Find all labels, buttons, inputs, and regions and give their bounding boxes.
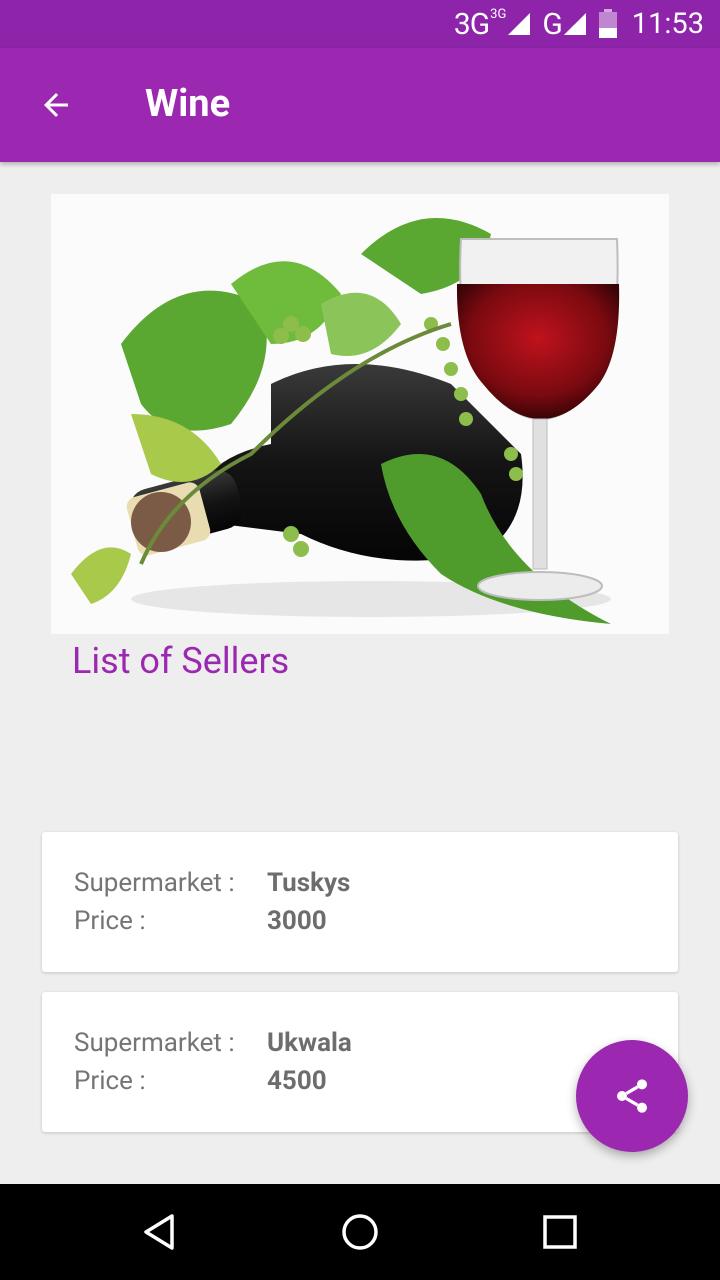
arrow-back-icon	[44, 93, 68, 117]
wine-image	[51, 194, 669, 634]
price-row: Price : 3000	[74, 906, 327, 936]
supermarket-label: Supermarket :	[74, 1028, 235, 1058]
nav-recents-button[interactable]	[530, 1202, 590, 1262]
app-bar: Wine	[0, 48, 720, 162]
wine-bottle-glass-grapes-image	[71, 218, 620, 624]
network-3g-sup: 3G	[490, 6, 507, 22]
price-value: 4500	[267, 1066, 327, 1096]
status-bar: 3G 3G G 11:53	[0, 0, 720, 48]
share-icon	[617, 1079, 647, 1113]
section-title: List of Sellers	[72, 640, 290, 682]
seller-card[interactable]: Supermarket : Tuskys Price : 3000	[42, 832, 678, 972]
supermarket-value: Ukwala	[267, 1028, 352, 1058]
price-value: 3000	[267, 906, 327, 936]
clock: 11:53	[631, 7, 704, 41]
signal-icon	[508, 13, 531, 35]
page-title: Wine	[145, 82, 231, 126]
back-button[interactable]	[28, 77, 84, 133]
signal-icon	[563, 13, 586, 35]
nav-back-button[interactable]	[130, 1202, 190, 1262]
price-label: Price :	[74, 1066, 146, 1096]
network-g-label: G	[542, 6, 562, 42]
nav-home-button[interactable]	[330, 1202, 390, 1262]
nav-home-icon	[342, 1214, 378, 1250]
battery-icon	[598, 9, 618, 39]
price-row: Price : 4500	[74, 1066, 327, 1096]
navigation-bar	[0, 1184, 720, 1280]
network-g-indicator: G	[542, 7, 587, 42]
supermarket-value: Tuskys	[267, 868, 351, 898]
network-3g-label: 3G	[453, 6, 490, 42]
nav-back-icon	[144, 1214, 174, 1250]
supermarket-label: Supermarket :	[74, 868, 235, 898]
share-button[interactable]	[576, 1040, 688, 1152]
network-3g-indicator: 3G 3G	[454, 7, 532, 42]
price-label: Price :	[74, 906, 146, 936]
supermarket-row: Supermarket : Tuskys	[74, 868, 350, 898]
nav-recents-icon	[543, 1215, 577, 1249]
supermarket-row: Supermarket : Ukwala	[74, 1028, 352, 1058]
